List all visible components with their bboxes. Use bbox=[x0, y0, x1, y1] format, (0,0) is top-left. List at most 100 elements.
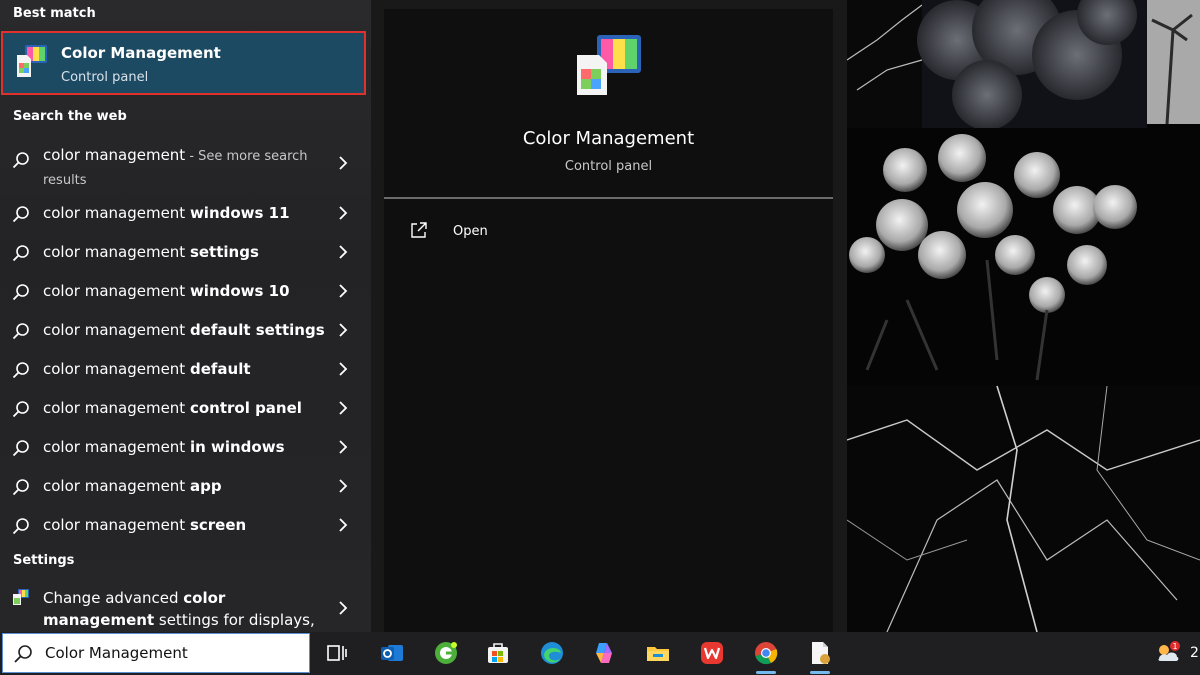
web-result-suggestion: control panel bbox=[189, 399, 302, 417]
search-results-panel: Best match Color Management Control pane… bbox=[0, 0, 371, 632]
best-match-title: Color Management bbox=[61, 44, 221, 62]
microsoft-store-button[interactable] bbox=[476, 632, 520, 675]
web-result-suggestion: in windows bbox=[189, 438, 285, 456]
web-result-prefix: color management bbox=[43, 204, 190, 222]
search-icon bbox=[14, 645, 32, 663]
web-result-prefix: color management bbox=[43, 438, 190, 456]
taskbar-search-box[interactable] bbox=[2, 633, 310, 673]
search-web-header: Search the web bbox=[13, 109, 127, 124]
web-result-suggestion: app bbox=[189, 477, 222, 495]
search-icon bbox=[12, 284, 29, 301]
web-result-suggestion: default bbox=[189, 360, 251, 378]
chevron-right-icon bbox=[339, 206, 348, 220]
web-result-prefix: color management bbox=[43, 477, 190, 495]
web-result-suggestion: default settings bbox=[189, 321, 325, 339]
outlook-button[interactable] bbox=[370, 632, 414, 675]
search-icon bbox=[12, 323, 29, 340]
search-icon bbox=[12, 479, 29, 496]
preview-subtitle: Control panel bbox=[564, 159, 653, 174]
copilot-button[interactable] bbox=[582, 632, 626, 675]
search-icon bbox=[12, 206, 29, 223]
web-result-item[interactable]: color management default bbox=[0, 350, 371, 388]
preview-card: Color Management Control panel Open bbox=[384, 9, 833, 632]
preview-panel: Color Management Control panel Open bbox=[371, 0, 847, 632]
web-result-item[interactable]: color management settings bbox=[0, 233, 371, 271]
active-app-indicator bbox=[756, 671, 776, 674]
chevron-right-icon bbox=[339, 601, 348, 615]
settings-result-item[interactable]: Change advanced color management settings… bbox=[0, 584, 371, 632]
see-more-text-line2: results bbox=[43, 173, 87, 188]
web-result-item[interactable]: color management windows 10 bbox=[0, 272, 371, 310]
color-management-settings-icon bbox=[13, 589, 29, 605]
open-label: Open bbox=[453, 224, 488, 239]
browser-g-button[interactable] bbox=[424, 632, 468, 675]
chevron-right-icon bbox=[339, 401, 348, 415]
settings-result-text: Change advanced bbox=[43, 589, 184, 607]
wallpaper-image bbox=[847, 0, 1200, 632]
chevron-right-icon bbox=[339, 245, 348, 259]
color-management-app-icon bbox=[577, 35, 641, 95]
search-icon bbox=[12, 362, 29, 379]
web-result-prefix: color management bbox=[43, 282, 190, 300]
web-result-item[interactable]: color management app bbox=[0, 467, 371, 505]
notification-badge: 1 bbox=[1172, 642, 1177, 651]
outlook-icon bbox=[381, 645, 403, 661]
search-input[interactable] bbox=[43, 643, 307, 663]
browser-g-icon bbox=[435, 642, 457, 664]
chevron-right-icon bbox=[339, 323, 348, 337]
task-view-button[interactable] bbox=[315, 632, 359, 675]
tray-text: 2 bbox=[1190, 645, 1199, 661]
chevron-right-icon bbox=[339, 284, 348, 298]
active-app-indicator bbox=[810, 671, 830, 674]
web-result-suggestion: windows 10 bbox=[189, 282, 290, 300]
best-match-subtitle: Control panel bbox=[61, 70, 149, 85]
web-result-suggestion: settings bbox=[189, 243, 259, 261]
file-explorer-button[interactable] bbox=[636, 632, 680, 675]
web-result-prefix: color management bbox=[43, 399, 190, 417]
best-match-result[interactable]: Color Management Control panel bbox=[1, 31, 366, 95]
color-management-app-icon bbox=[17, 45, 47, 77]
chevron-right-icon bbox=[339, 518, 348, 532]
web-result-item[interactable]: color management windows 11 bbox=[0, 194, 371, 232]
web-result-suggestion: windows 11 bbox=[189, 204, 290, 222]
search-icon bbox=[12, 152, 29, 169]
see-more-text: - See more search bbox=[185, 149, 308, 164]
web-result-prefix: color management bbox=[43, 321, 190, 339]
chevron-right-icon bbox=[339, 156, 348, 170]
edge-button[interactable] bbox=[530, 632, 574, 675]
document-app-button[interactable] bbox=[798, 632, 842, 675]
task-view-icon bbox=[327, 645, 347, 661]
web-result-item[interactable]: color management - See more search result… bbox=[0, 140, 371, 190]
microsoft-store-icon bbox=[488, 643, 508, 663]
web-result-prefix: color management bbox=[43, 360, 190, 378]
web-result-prefix: color management bbox=[43, 243, 190, 261]
web-result-item[interactable]: color management in windows bbox=[0, 428, 371, 466]
preview-divider bbox=[384, 197, 833, 199]
chrome-icon bbox=[755, 642, 778, 665]
search-icon bbox=[12, 245, 29, 262]
copilot-icon bbox=[596, 643, 612, 663]
search-icon bbox=[12, 440, 29, 457]
wps-office-icon bbox=[701, 642, 723, 664]
edge-icon bbox=[541, 642, 563, 664]
best-match-header: Best match bbox=[13, 6, 96, 21]
wps-office-button[interactable] bbox=[690, 632, 734, 675]
settings-result-text: settings for displays, bbox=[154, 611, 315, 629]
document-app-icon bbox=[812, 642, 830, 664]
chevron-right-icon bbox=[339, 479, 348, 493]
web-result-item[interactable]: color management screen bbox=[0, 506, 371, 544]
weather-tray-button[interactable]: 1 bbox=[1146, 632, 1186, 675]
search-icon bbox=[12, 518, 29, 535]
taskbar: 1 2 bbox=[0, 632, 1200, 675]
web-result-item[interactable]: color management control panel bbox=[0, 389, 371, 427]
file-explorer-icon bbox=[647, 647, 669, 661]
web-result-text: color management bbox=[43, 146, 186, 164]
chevron-right-icon bbox=[339, 362, 348, 376]
chrome-button[interactable] bbox=[744, 632, 788, 675]
weather-icon: 1 bbox=[1158, 641, 1180, 661]
web-result-prefix: color management bbox=[43, 516, 190, 534]
open-external-icon bbox=[411, 222, 427, 238]
web-result-item[interactable]: color management default settings bbox=[0, 311, 371, 349]
settings-header: Settings bbox=[13, 553, 75, 568]
settings-result-bold: management bbox=[43, 611, 155, 629]
